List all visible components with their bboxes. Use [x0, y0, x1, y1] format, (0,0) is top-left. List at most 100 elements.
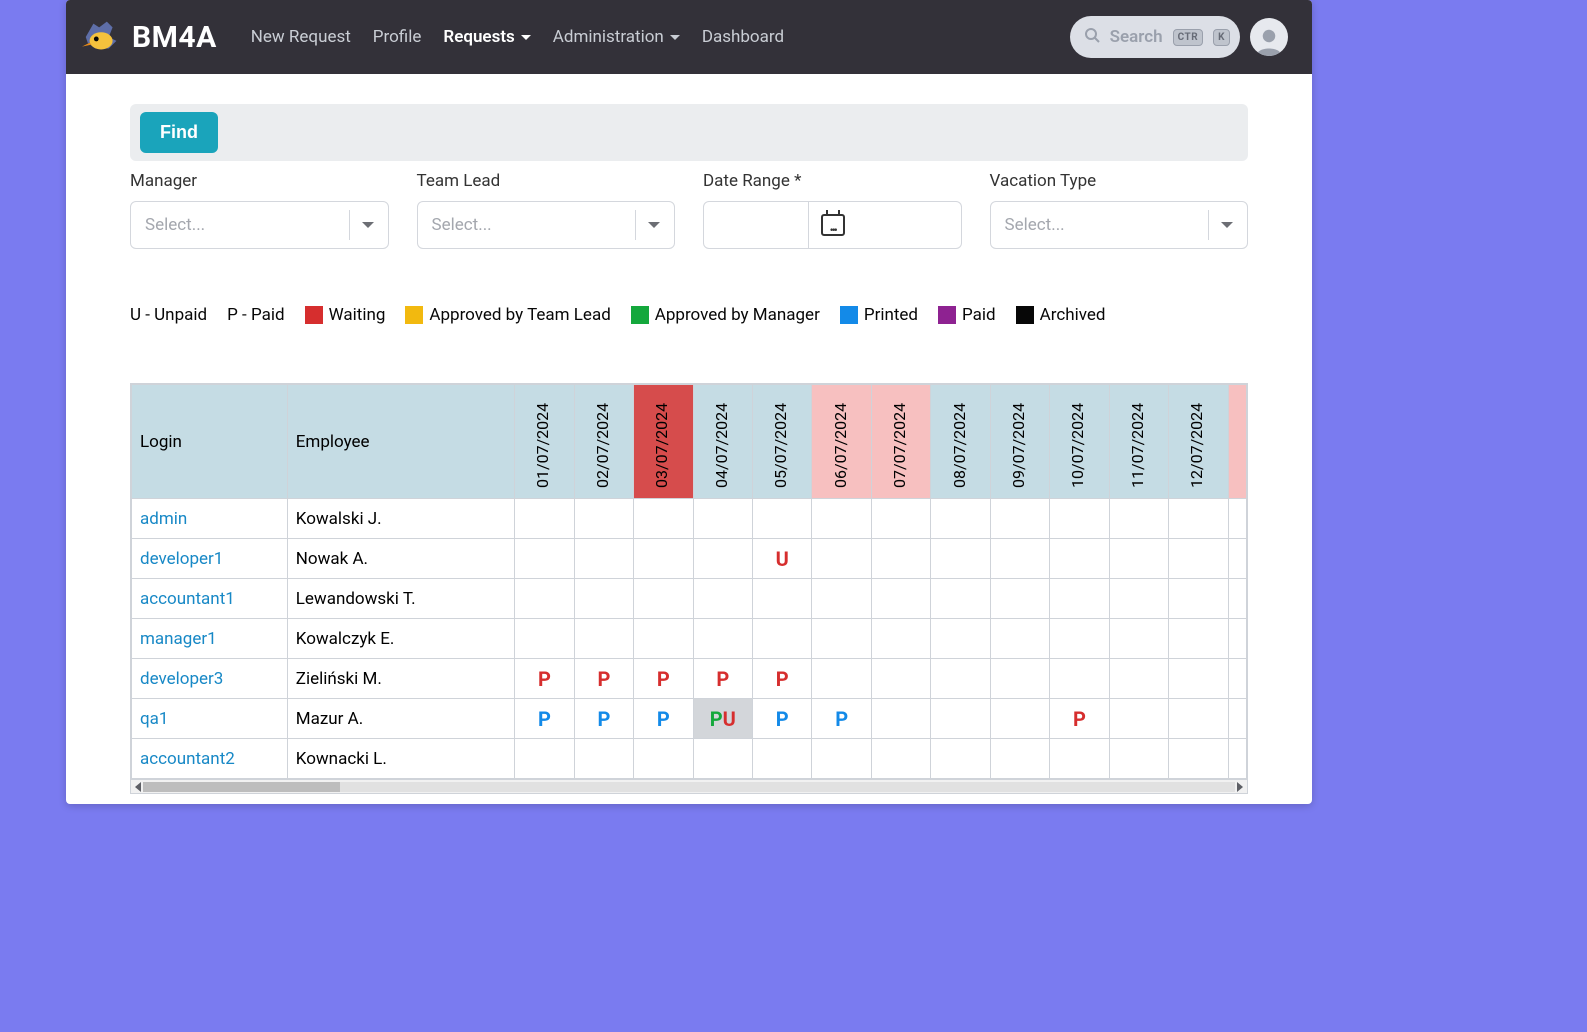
day-cell: [1050, 499, 1109, 539]
vacation-grid: LoginEmployee01/07/202402/07/202403/07/2…: [131, 384, 1247, 779]
day-cell: [812, 579, 871, 619]
swatch-paid: [938, 306, 956, 324]
rest-cell: [1228, 699, 1246, 739]
table-row: adminKowalski J.: [132, 499, 1247, 539]
nav-new-request[interactable]: New Request: [251, 27, 351, 47]
col-header-login: Login: [132, 385, 288, 499]
daterange-input[interactable]: [703, 201, 962, 249]
find-button[interactable]: Find: [140, 112, 218, 153]
login-cell: developer1: [132, 539, 288, 579]
day-cell: [990, 579, 1049, 619]
chevron-down-icon: [648, 222, 660, 228]
day-cell: [1050, 739, 1109, 779]
day-cell: [574, 739, 633, 779]
login-link[interactable]: manager1: [140, 629, 217, 649]
col-header-date-2: 03/07/2024: [634, 385, 693, 499]
employee-cell: Kownacki L.: [287, 739, 515, 779]
day-cell: P: [574, 659, 633, 699]
legend-p-paid: P - Paid: [227, 305, 284, 325]
topbar: BM4A New Request Profile Requests Administr…: [66, 0, 1312, 74]
date-to[interactable]: [857, 201, 962, 249]
search-input[interactable]: Search CTR K: [1070, 16, 1240, 58]
rest-cell: [1228, 539, 1246, 579]
day-cell: [753, 619, 812, 659]
nav: New Request Profile Requests Administration…: [251, 27, 784, 47]
date-from[interactable]: [703, 201, 809, 249]
day-cell: [1169, 739, 1228, 779]
scroll-right-icon[interactable]: [1237, 782, 1243, 792]
nav-administration[interactable]: Administration: [553, 27, 680, 47]
day-cell: [990, 739, 1049, 779]
nav-dashboard[interactable]: Dashboard: [702, 27, 784, 47]
teamlead-select[interactable]: Select...: [417, 201, 676, 249]
nav-requests[interactable]: Requests: [443, 27, 530, 47]
rest-cell: [1228, 659, 1246, 699]
day-cell: P: [1050, 699, 1109, 739]
login-cell: qa1: [132, 699, 288, 739]
day-cell: [1169, 499, 1228, 539]
teamlead-placeholder: Select...: [432, 215, 624, 235]
day-cell: [812, 499, 871, 539]
day-cell: [515, 579, 574, 619]
employee-cell: Kowalczyk E.: [287, 619, 515, 659]
employee-cell: Mazur A.: [287, 699, 515, 739]
app-window: BM4A New Request Profile Requests Administr…: [66, 0, 1312, 804]
day-cell: [693, 739, 752, 779]
table-row: accountant2 Kownacki L.: [132, 739, 1247, 779]
swatch-approved-mgr: [631, 306, 649, 324]
day-cell: PU: [693, 699, 752, 739]
day-cell: [1109, 499, 1168, 539]
day-cell: P: [812, 699, 871, 739]
login-link[interactable]: accountant1: [140, 589, 235, 609]
calendar-icon: [821, 214, 845, 236]
rest-cell: [1228, 739, 1246, 779]
day-cell: [515, 539, 574, 579]
table-row: manager1 Kowalczyk E.: [132, 619, 1247, 659]
day-cell: [574, 539, 633, 579]
col-header-date-5: 06/07/2024: [812, 385, 871, 499]
nav-profile[interactable]: Profile: [373, 27, 422, 47]
logo[interactable]: BM4A: [80, 14, 217, 60]
day-cell: [931, 499, 990, 539]
avatar[interactable]: [1250, 18, 1288, 56]
employee-cell: Zieliński M.: [287, 659, 515, 699]
chevron-down-icon: [670, 35, 680, 40]
manager-select[interactable]: Select...: [130, 201, 389, 249]
login-link[interactable]: developer3: [140, 669, 223, 689]
vactype-select[interactable]: Select...: [990, 201, 1249, 249]
day-cell: [693, 499, 752, 539]
day-cell: [1169, 579, 1228, 619]
swatch-approved-tl: [405, 306, 423, 324]
login-cell: admin: [132, 499, 288, 539]
day-cell: [812, 659, 871, 699]
table-row: accountant1 Lewandowski T.: [132, 579, 1247, 619]
day-cell: [1109, 579, 1168, 619]
day-cell: [931, 619, 990, 659]
day-cell: [753, 499, 812, 539]
login-link[interactable]: qa1: [140, 709, 168, 729]
day-cell: [1169, 699, 1228, 739]
login-link[interactable]: accountant2: [140, 749, 235, 769]
teamlead-label: Team Lead: [417, 171, 676, 191]
employee-cell: Lewandowski T.: [287, 579, 515, 619]
kbd-k: K: [1213, 29, 1230, 46]
day-cell: [871, 579, 930, 619]
daterange-label: Date Range *: [703, 171, 962, 191]
day-cell: [515, 739, 574, 779]
col-header-date-0: 01/07/2024: [515, 385, 574, 499]
day-cell: [634, 579, 693, 619]
day-cell: [1109, 539, 1168, 579]
employee-cell: Nowak A.: [287, 539, 515, 579]
col-header-date-7: 08/07/2024: [931, 385, 990, 499]
day-cell: [1050, 659, 1109, 699]
horizontal-scrollbar[interactable]: [130, 780, 1248, 794]
day-cell: [574, 499, 633, 539]
day-cell: [1109, 659, 1168, 699]
day-cell: [753, 739, 812, 779]
chevron-down-icon: [521, 35, 531, 40]
legend-printed: Printed: [864, 305, 918, 325]
legend-archived: Archived: [1040, 305, 1106, 325]
login-link[interactable]: admin: [140, 509, 187, 529]
scroll-left-icon[interactable]: [135, 782, 141, 792]
login-link[interactable]: developer1: [140, 549, 223, 569]
